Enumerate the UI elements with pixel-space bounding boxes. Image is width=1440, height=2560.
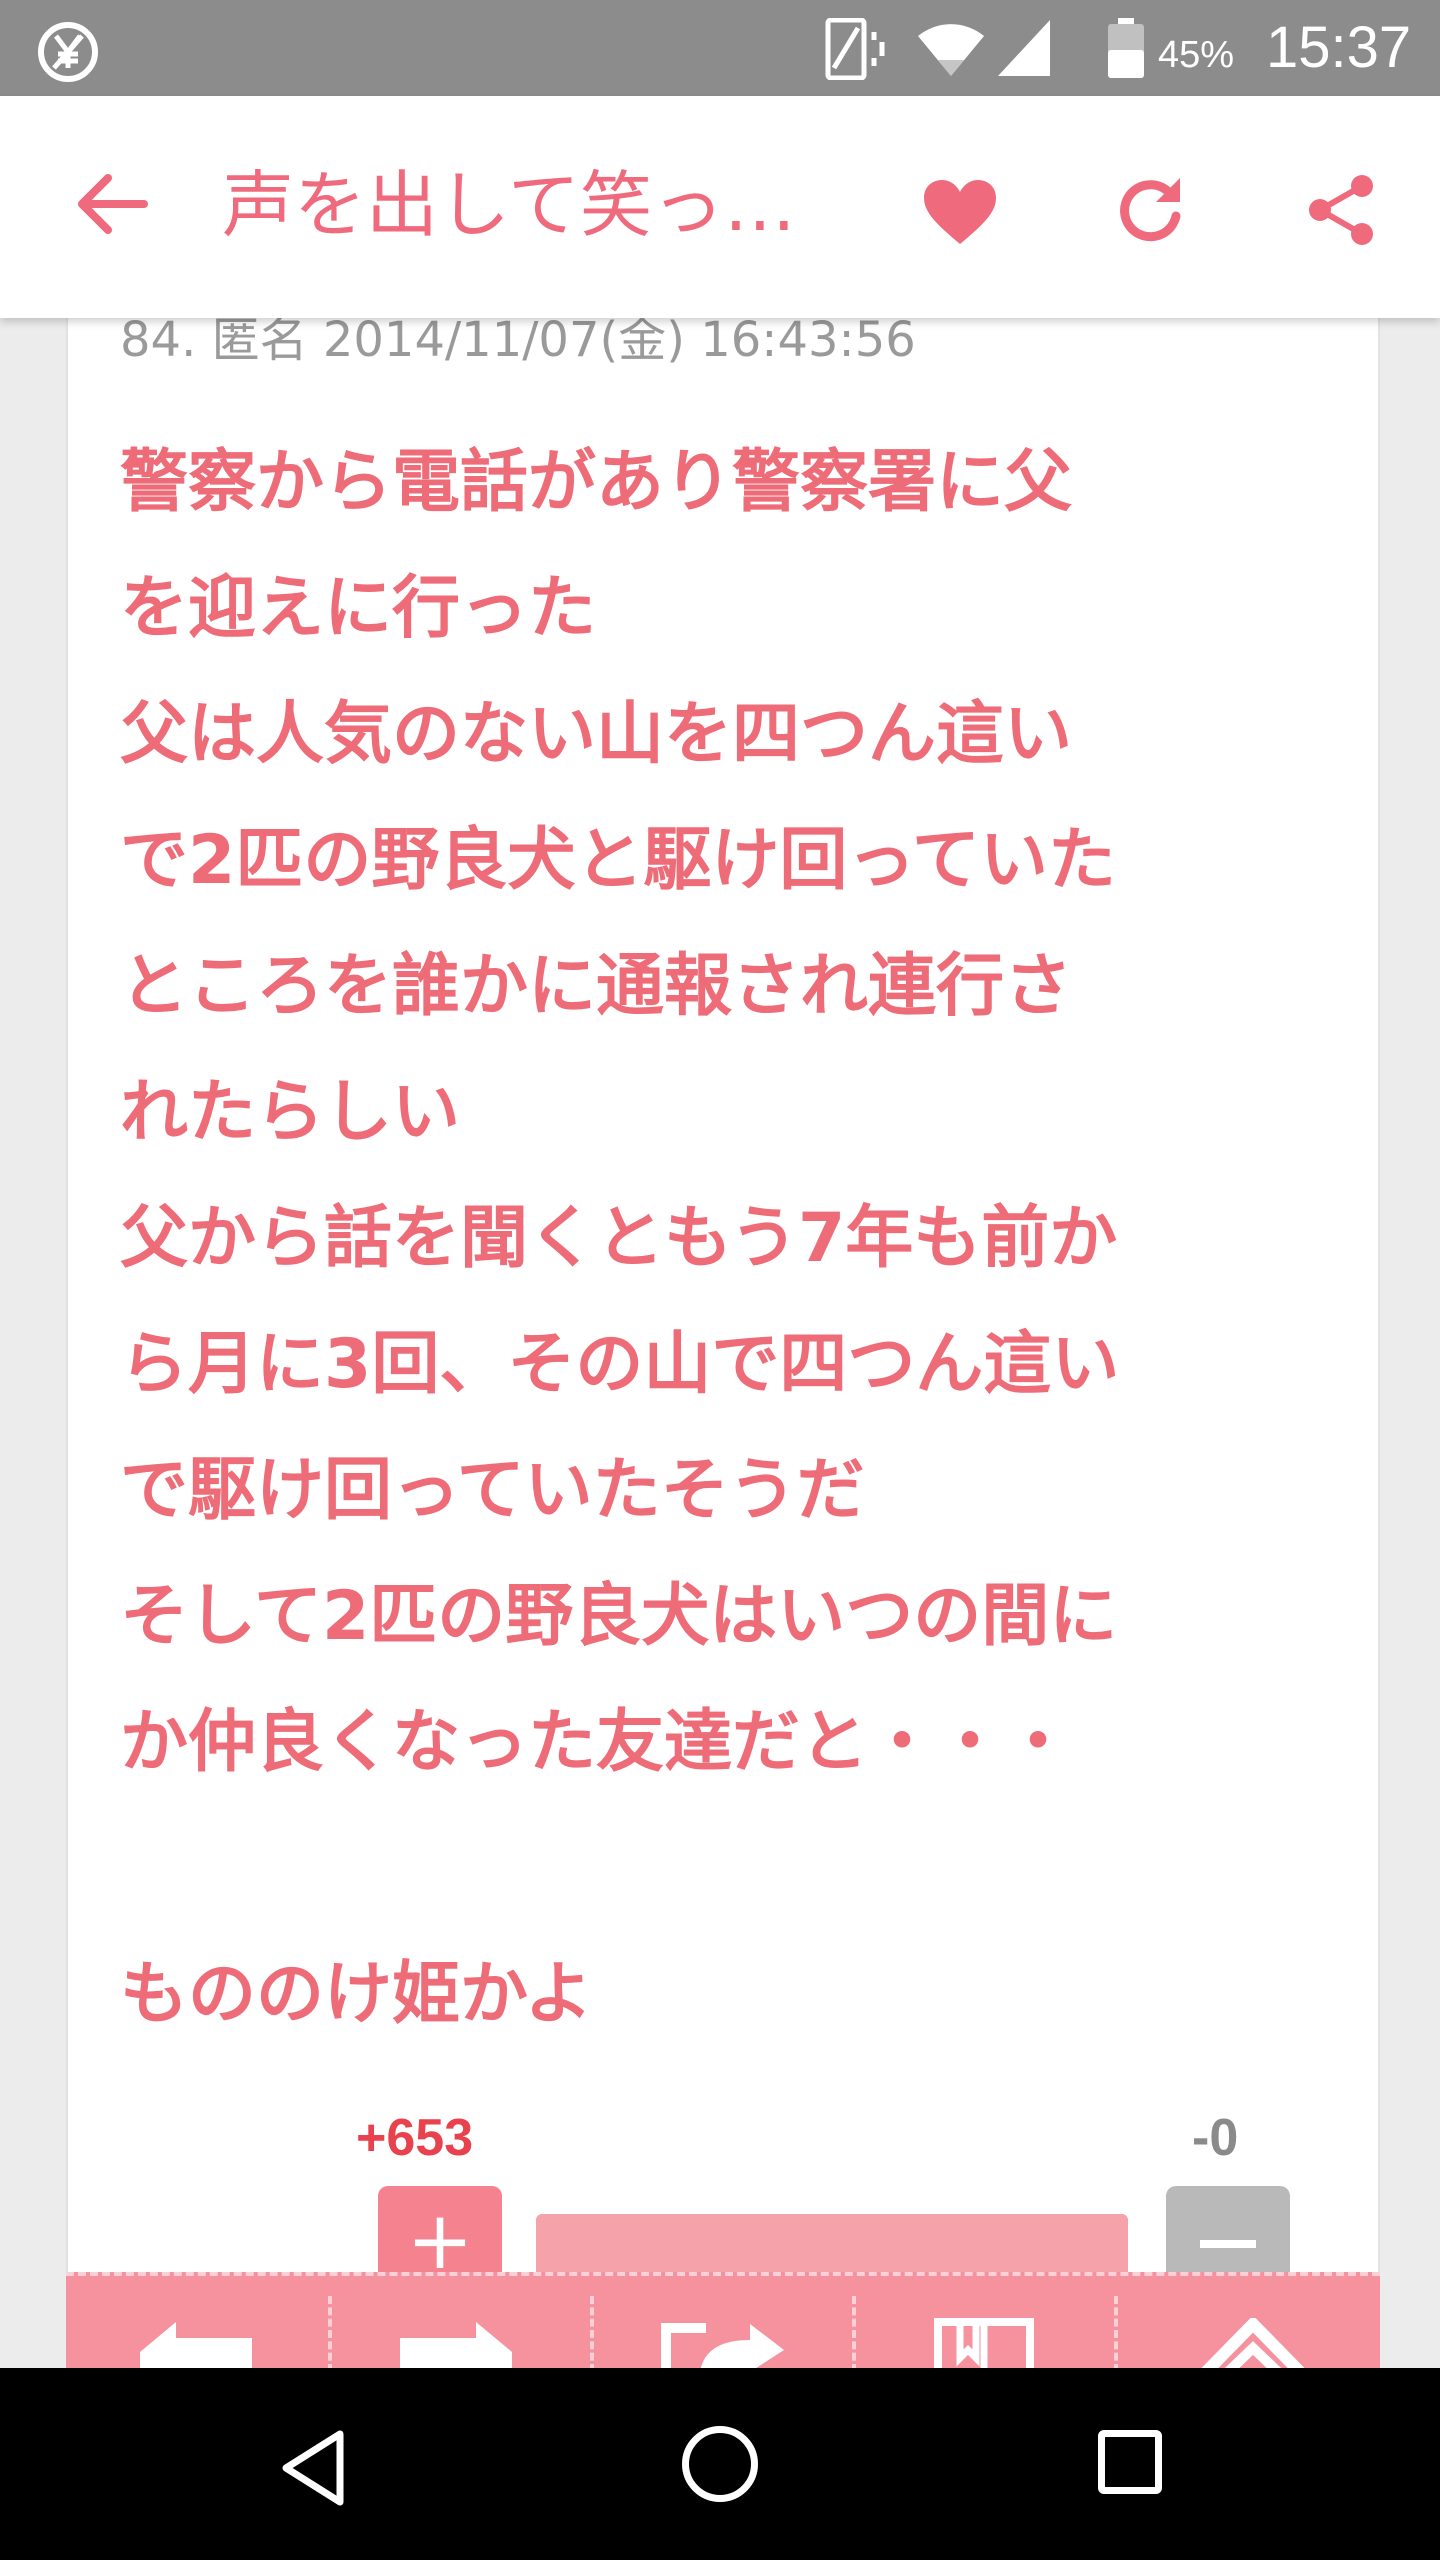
wifi-icon (918, 24, 984, 77)
left-arrow-icon[interactable] (136, 2318, 256, 2372)
post-body: 警察から電話があり警察署に父 を迎えに行った 父は人気のない山を四つん這い で2… (120, 420, 1340, 2058)
nav-back-icon[interactable] (278, 2428, 348, 2508)
post-line: 父は人気のない山を四つん這い (120, 695, 1073, 774)
post-line: もののけ姫かよ (120, 1955, 593, 2034)
screen: 45% 15:37 声を出して笑っ… 84. 匿名 2014/11/07(金) … (0, 0, 1440, 2560)
toolbar-divider (852, 2296, 856, 2372)
post-line: か仲良くなった友達だと・・・ (120, 1703, 1073, 1782)
post-line (120, 1806, 1340, 1932)
signal-icon (998, 20, 1050, 76)
post-line: で2匹の野良犬と駆け回っていた (120, 821, 1116, 900)
post-line: 父から話を聞くともう7年も前か (120, 1199, 1118, 1278)
system-nav-bar (0, 2368, 1440, 2560)
post-line: そして2匹の野良犬はいつの間に (120, 1577, 1118, 1656)
clock: 15:37 (1266, 15, 1412, 80)
heart-icon[interactable] (922, 178, 998, 246)
right-arrow-icon[interactable] (396, 2318, 516, 2372)
page-title: 声を出して笑っ… (222, 163, 796, 247)
app-bar: 声を出して笑っ… (0, 96, 1440, 318)
toolbar-divider (328, 2296, 332, 2372)
post-line: を迎えに行った (120, 569, 597, 648)
plus-vote-count: +653 (356, 2109, 474, 2167)
toolbar-divider (1114, 2296, 1118, 2372)
back-arrow-icon[interactable] (76, 174, 148, 234)
battery-percent: 45% (1158, 34, 1235, 76)
bookmark-book-icon[interactable] (934, 2318, 1034, 2372)
scroll-top-icon[interactable] (1198, 2318, 1308, 2372)
toolbar-divider (590, 2296, 594, 2372)
nav-home-icon[interactable] (682, 2426, 758, 2502)
bottom-toolbar (66, 2272, 1380, 2372)
post-line: ら月に3回、その山で四つん這い (120, 1325, 1120, 1404)
share-icon[interactable] (1306, 174, 1376, 246)
refresh-icon[interactable] (1116, 174, 1186, 244)
post-line: れたらしい (120, 1073, 461, 1152)
nav-recent-icon[interactable] (1098, 2430, 1162, 2494)
minus-vote-count: -0 (1192, 2109, 1239, 2167)
post-line: 警察から電話があり警察署に父 (120, 443, 1073, 522)
forward-share-icon[interactable] (660, 2318, 790, 2372)
post-line: で駆け回っていたそうだ (120, 1451, 865, 1530)
minus-icon (1200, 2240, 1256, 2248)
post-line: ところを誰かに通報され連行さ (120, 947, 1073, 1026)
no-fee-icon (38, 22, 98, 82)
status-bar: 45% 15:37 (0, 0, 1440, 96)
vibrate-icon (825, 18, 885, 80)
battery-icon (1108, 18, 1144, 78)
